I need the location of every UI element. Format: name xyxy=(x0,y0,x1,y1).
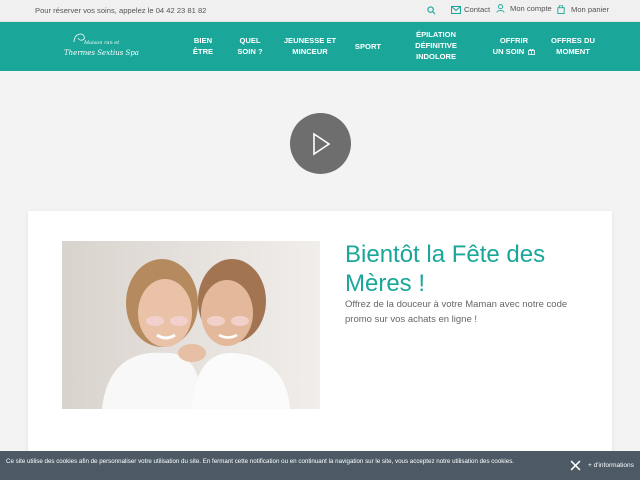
account-link[interactable]: Mon compte xyxy=(496,4,552,13)
promo-card: Bientôt la Fête des Mères ! Offrez de la… xyxy=(28,211,612,461)
nav-label: SPORT xyxy=(354,42,382,51)
nav-label: DÉFINITIVE xyxy=(415,41,457,50)
main-navigation: Maison ran et Thermes Sextius Spa BIEN Ê… xyxy=(0,22,640,71)
promo-text: Offrez de la douceur à votre Maman avec … xyxy=(345,299,568,325)
booking-phone-text: Pour réserver vos soins, appelez le 04 4… xyxy=(35,6,207,15)
spa-logo[interactable]: Maison ran et Thermes Sextius Spa xyxy=(62,30,142,64)
promo-photo xyxy=(62,241,320,409)
play-icon xyxy=(312,132,330,155)
mail-icon xyxy=(451,5,461,14)
nav-label: SOIN ? xyxy=(237,47,263,56)
close-icon[interactable] xyxy=(570,460,581,473)
search-icon[interactable] xyxy=(427,6,436,15)
nav-item-offres-moment[interactable]: OFFRES DU MOMENT xyxy=(546,35,600,57)
account-label: Mon compte xyxy=(510,4,552,13)
user-icon xyxy=(496,4,505,13)
nav-label: OFFRIR xyxy=(499,36,529,45)
cart-link[interactable]: Mon panier xyxy=(557,5,609,14)
nav-label: JEUNESSE ET xyxy=(283,36,337,45)
nav-item-quel-soin[interactable]: QUEL SOIN ? xyxy=(233,35,267,57)
contact-label: Contact xyxy=(464,5,491,14)
nav-item-epilation[interactable]: ÉPILATION DÉFINITIVE INDOLORE xyxy=(407,29,465,62)
nav-label: INDOLORE xyxy=(415,52,457,61)
nav-label: QUEL xyxy=(239,36,261,45)
cookie-more-info-link[interactable]: + d'informations xyxy=(588,462,634,469)
nav-label: UN SOIN xyxy=(492,47,525,56)
nav-label: ÊTRE xyxy=(192,47,214,56)
contact-link[interactable]: Contact xyxy=(451,5,490,14)
cookie-banner: Ce site utilise des cookies afin de pers… xyxy=(0,451,640,480)
nav-label: MOMENT xyxy=(556,47,590,56)
nav-label: MINCEUR xyxy=(292,47,328,56)
gift-icon xyxy=(528,48,536,55)
top-bar: Pour réserver vos soins, appelez le 04 4… xyxy=(0,0,640,22)
nav-item-offrir-soin[interactable]: OFFRIR UN SOIN xyxy=(488,35,540,57)
nav-item-sport[interactable]: SPORT xyxy=(350,41,386,52)
nav-label: OFFRES DU xyxy=(551,36,595,45)
video-play-button[interactable] xyxy=(290,113,351,174)
nav-item-jeunesse-minceur[interactable]: JEUNESSE ET MINCEUR xyxy=(280,35,340,57)
nav-label: ÉPILATION xyxy=(416,30,456,39)
logo-line-1: Maison ran et xyxy=(84,40,120,46)
nav-label: BIEN xyxy=(193,36,213,45)
nav-item-bien-etre[interactable]: BIEN ÊTRE xyxy=(188,35,218,57)
promo-title: Bientôt la Fête des Mères ! xyxy=(345,241,546,297)
bag-icon xyxy=(557,5,565,14)
cart-label: Mon panier xyxy=(571,5,609,14)
logo-line-2: Thermes Sextius Spa xyxy=(64,49,139,57)
cookie-message: Ce site utilise des cookies afin de pers… xyxy=(6,458,515,465)
